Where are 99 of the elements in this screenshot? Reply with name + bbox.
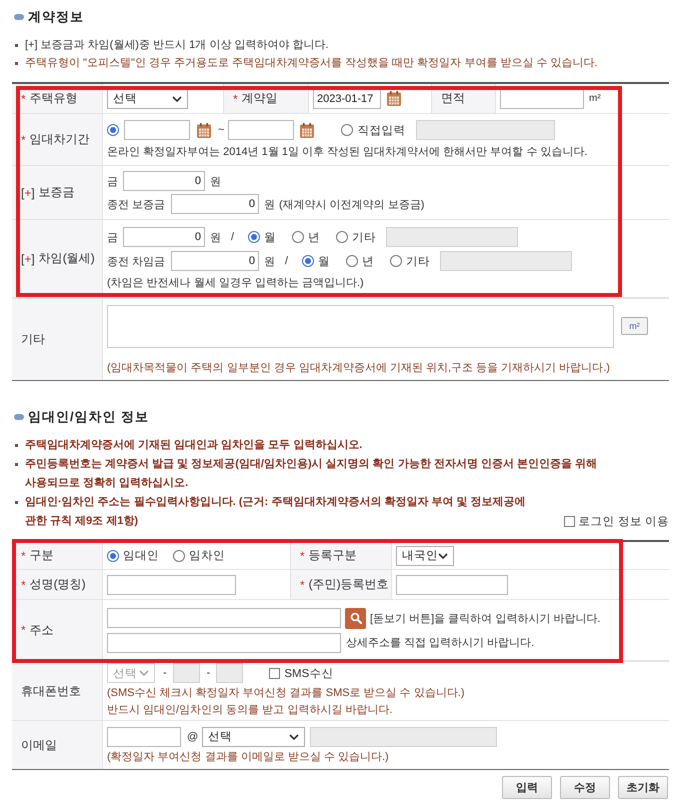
unit-label: 원 — [264, 198, 275, 212]
checkbox-icon[interactable] — [564, 516, 575, 527]
amount-field[interactable]: 0 — [123, 227, 205, 247]
unit-label: 원 — [264, 254, 275, 268]
unit-button[interactable]: m² — [621, 317, 648, 335]
hint-text: 온라인 확정일자부여는 2014년 1월 1일 이후 작성된 임대차계약서에 한해서만 부여할 수 있습니다. — [107, 145, 588, 159]
radio-option[interactable]: 년 — [346, 254, 374, 268]
search-button[interactable] — [345, 608, 366, 628]
dash-separator: - — [206, 667, 210, 679]
dash-separator: - — [163, 667, 167, 679]
row-header: 이메일 — [12, 721, 103, 769]
checkbox-option[interactable]: SMS수신 — [269, 666, 334, 680]
amount-label: 금 — [107, 230, 119, 244]
radio-icon[interactable] — [302, 255, 314, 267]
hint-text: 상세주소를 직접 입력하시기 바랍니다. — [346, 636, 534, 650]
select-dropdown[interactable]: 내국인 — [396, 546, 454, 566]
bullet-icon — [14, 414, 24, 420]
amount-field[interactable]: 0 — [171, 251, 259, 271]
radio-option[interactable]: 임차인 — [173, 548, 225, 563]
section-title: 임대인/임차인 정보 — [28, 408, 150, 426]
area-field[interactable] — [500, 88, 584, 108]
section-title: 계약정보 — [28, 8, 84, 26]
unit-label: 원 — [210, 230, 221, 244]
chevron-icon — [172, 96, 182, 102]
amount-label: 금 — [107, 174, 119, 188]
select-dropdown[interactable]: 선택 — [202, 726, 306, 746]
address-field[interactable] — [107, 608, 341, 628]
chevron-icon — [289, 734, 300, 740]
radio-icon[interactable] — [346, 255, 358, 267]
radio-icon[interactable] — [336, 231, 348, 243]
range-separator: ~ — [218, 124, 224, 136]
hint-text: (확정일자 부여신청 결과를 이메일로 받으실 수 있습니다.) — [107, 750, 389, 764]
notice-text: 임대인·임차인 주소는 필수입력사항입니다. (근거: 주택임대차계약증서의 확정일자 부여 및 정보제공에 관한 규칙 제9조 제1항) — [25, 495, 526, 529]
action-button[interactable]: 입력 — [502, 776, 552, 799]
amount-field[interactable]: 0 — [171, 194, 259, 214]
email-field[interactable] — [107, 726, 181, 746]
date-field[interactable] — [124, 120, 190, 140]
unit-label: m² — [589, 93, 601, 104]
remarks-field[interactable] — [107, 304, 614, 348]
notice-text: 주택임대차계약증서에 기재된 임대인과 임차인을 모두 입력하십시오. — [25, 438, 362, 453]
row-header: [+] 보증금 — [12, 166, 103, 219]
date-field[interactable]: 2023-01-17 — [313, 88, 381, 108]
row-header: * (주민)등록번호 — [290, 570, 392, 599]
radio-option[interactable]: 직접입력 — [341, 122, 406, 138]
bullet-icon — [15, 501, 18, 504]
at-sign: @ — [187, 730, 198, 742]
radio-icon[interactable] — [341, 124, 354, 136]
action-button[interactable]: 수정 — [560, 776, 610, 799]
hint-text: (차임은 반전세나 월세 일경우 입력하는 금액입니다.) — [107, 276, 364, 290]
radio-icon[interactable] — [107, 124, 119, 136]
chevron-icon — [139, 670, 149, 676]
calendar-icon[interactable] — [387, 91, 401, 106]
address-field[interactable] — [107, 632, 341, 652]
unit-label: 원 — [210, 174, 221, 188]
radio-option[interactable]: 기타 — [336, 230, 376, 244]
action-button[interactable]: 초기화 — [618, 776, 668, 799]
hint-text: [돋보기 버튼]을 클릭하여 입력하시기 바랍니다. — [370, 612, 600, 626]
calendar-icon[interactable] — [300, 122, 314, 138]
row-header: 휴대폰번호 — [12, 662, 103, 720]
amount-label: 종전 차임금 — [107, 254, 166, 268]
row-header: [+] 차임(월세) — [12, 220, 103, 297]
radio-option[interactable]: 기타 — [390, 254, 430, 268]
row-header: * 임대차기간 — [12, 114, 103, 165]
select-dropdown[interactable]: 선택 — [107, 88, 188, 108]
row-header: 기타 — [12, 299, 103, 380]
hint-text: (재계약시 이전계약의 보증금) — [279, 198, 424, 212]
bullet-icon — [15, 62, 18, 65]
radio-icon[interactable] — [292, 231, 304, 243]
row-header: * 등록구분 — [290, 542, 392, 569]
bullet-icon — [15, 463, 18, 466]
search-icon — [350, 612, 362, 624]
radio-option[interactable]: 임대인 — [107, 548, 159, 563]
radio-icon[interactable] — [173, 550, 185, 562]
calendar-icon[interactable] — [197, 122, 211, 138]
name-field[interactable] — [107, 574, 236, 594]
radio-option[interactable]: 월 — [248, 230, 276, 244]
radio-icon[interactable] — [390, 255, 402, 267]
radio-icon[interactable] — [248, 231, 260, 243]
slash-separator: / — [231, 231, 234, 243]
amount-field[interactable]: 0 — [123, 171, 205, 191]
notice-text: 주택유형이 "오피스텔"인 경우 주거용도로 주택임대차계약증서를 작성했을 때만 확정일자 부여를 받으실 수 있습니다. — [25, 56, 598, 71]
hint-text: (SMS수신 체크시 확정일자 부여신청 결과를 SMS로 받으실 수 있습니다.) — [107, 686, 465, 701]
radio-icon[interactable] — [107, 550, 119, 562]
hint-text: (임대차목적물이 주택의 일부분인 경우 임대차계약증서에 기재된 위치,구조 등을 기재하시기 바랍니다.) — [107, 360, 610, 374]
slash-separator: / — [285, 255, 288, 267]
radio-option[interactable]: 월 — [302, 254, 330, 268]
date-field[interactable] — [228, 120, 294, 140]
radio-option[interactable]: 년 — [292, 230, 320, 244]
bullet-icon — [14, 14, 24, 20]
checkbox-icon[interactable] — [269, 668, 280, 678]
notice-text: [+] 보증금과 차임(월세)중 반드시 1개 이상 입력하여야 합니다. — [25, 38, 328, 53]
hint-text: 반드시 임대인/임차인의 동의를 받고 입력하시길 바랍니다. — [107, 703, 394, 718]
notice-text: 주민등록번호는 계약증서 발급 및 정보제공(임대/임차인용)시 실지명의 확인 가능한 전자서명 인증서 본인인증을 위해 사용되므로 정확히 입력하십시오. — [25, 457, 598, 491]
chevron-icon — [438, 552, 448, 558]
id-number-field[interactable] — [396, 574, 508, 594]
checkbox-option[interactable]: 로그인 정보 이용 — [564, 512, 669, 531]
amount-label: 종전 보증금 — [107, 198, 166, 212]
bullet-icon — [15, 44, 18, 47]
bullet-icon — [15, 444, 18, 447]
